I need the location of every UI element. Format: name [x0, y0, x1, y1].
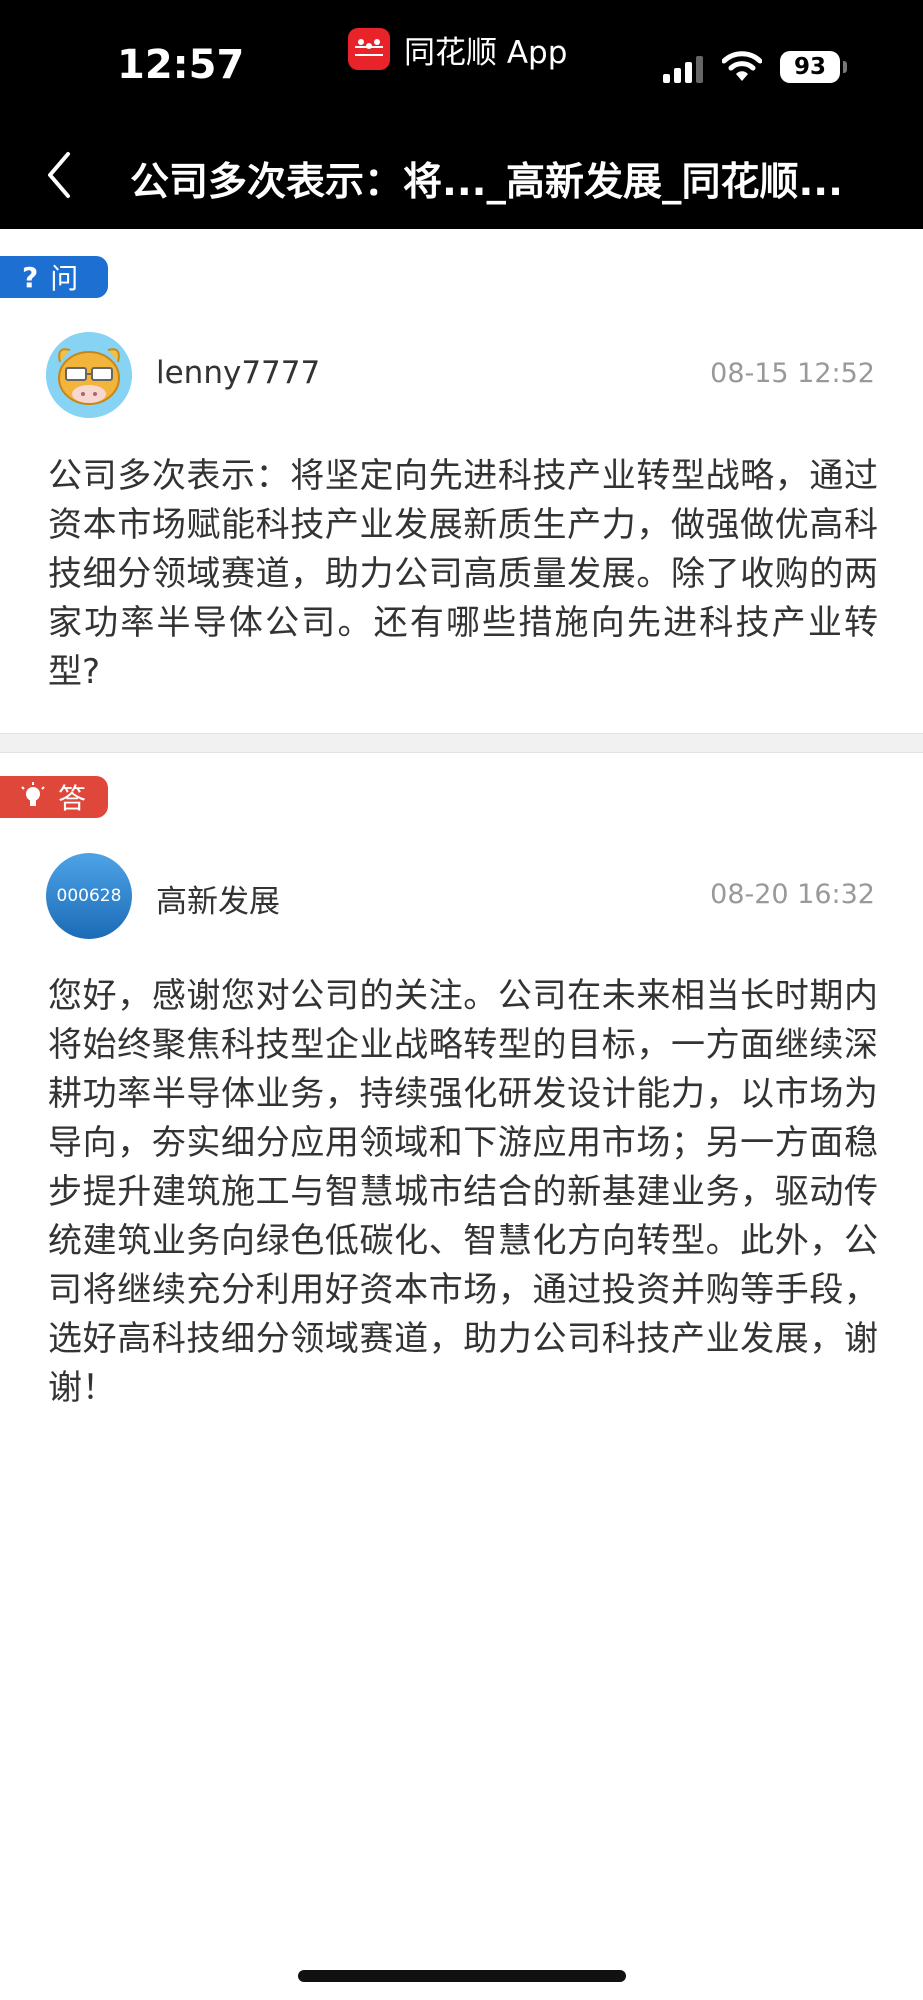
questioner-username[interactable]: lenny7777 — [156, 355, 320, 391]
status-time: 12:57 — [117, 42, 245, 88]
company-name[interactable]: 高新发展 — [156, 876, 280, 921]
company-avatar[interactable]: 000628 — [46, 853, 132, 939]
answer-tag: 答 — [0, 776, 108, 818]
app-name: 同花顺 App — [404, 34, 568, 71]
question-tag-label: 问 — [50, 262, 79, 295]
battery-tip — [843, 61, 847, 73]
section-divider — [0, 733, 923, 753]
lightbulb-icon — [21, 782, 45, 806]
answer-content: 您好，感谢您对公司的关注。公司在未来相当长时期内将始终聚焦科技型企业战略转型的目… — [48, 976, 878, 1408]
question-content: 公司多次表示：将坚定向先进科技产业转型战略，通过资本市场赋能科技产业发展新质生产… — [48, 456, 878, 692]
question-tag: ? 问 — [0, 256, 108, 298]
top-bar: 12:57 同花顺 App 93 公司多次表示：将..._高新发展_同花顺... — [0, 0, 923, 229]
company-stock-code: 000628 — [56, 886, 122, 906]
answer-date: 08-20 16:32 — [710, 879, 875, 910]
wifi-icon — [722, 51, 762, 81]
page-title: 公司多次表示：将..._高新发展_同花顺... — [130, 160, 843, 205]
app-logo-icon — [348, 28, 390, 70]
cellular-signal-icon — [663, 55, 703, 83]
home-indicator[interactable] — [298, 1970, 626, 1982]
answer-tag-label: 答 — [58, 782, 87, 815]
app-indicator[interactable]: 同花顺 App — [348, 26, 567, 72]
question-mark-icon: ? — [22, 260, 39, 294]
back-chevron-icon[interactable] — [40, 150, 80, 200]
battery-icon: 93 — [780, 51, 840, 83]
question-date: 08-15 12:52 — [710, 358, 875, 389]
cow-mascot-icon — [46, 332, 132, 418]
questioner-avatar[interactable] — [46, 332, 132, 418]
